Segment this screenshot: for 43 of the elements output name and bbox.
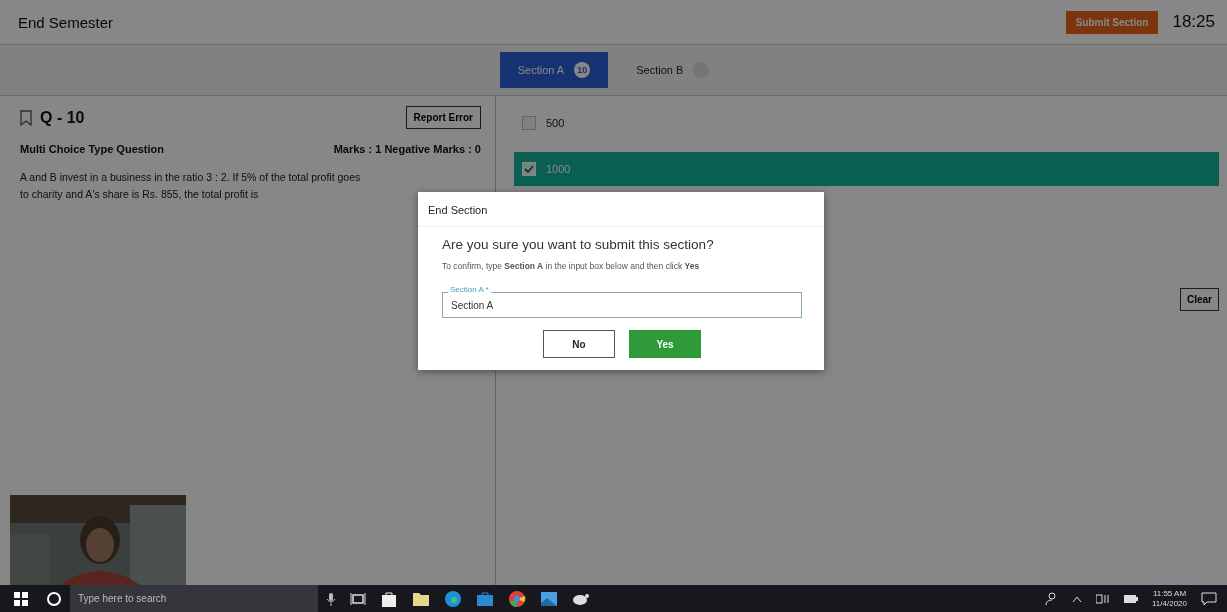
option-label: 500 [546, 117, 565, 129]
question-text: A and B invest in a business in the ratio 3 : 2. If 5% of the total profit goes to charity and A's share is Rs. 855, the total profit is [20, 170, 362, 202]
yes-button[interactable]: Yes [629, 330, 701, 358]
taskbar-date: 11/4/2020 [1152, 598, 1187, 609]
question-type: Multi Choice Type Question [20, 143, 165, 155]
report-error-button[interactable]: Report Error [405, 106, 481, 129]
taskbar-search-field[interactable]: Type here to search [70, 585, 318, 612]
question-number: Q - 10 [40, 108, 86, 127]
tab-label: Section B [636, 64, 684, 76]
marks-info: Marks : 1 Negative Marks : 0 [333, 143, 481, 155]
windows-start-icon[interactable] [14, 591, 28, 606]
option-label: 1000 [546, 163, 571, 175]
photo-icon[interactable] [540, 590, 558, 607]
chrome-icon[interactable] [508, 589, 526, 608]
folder-icon[interactable] [412, 590, 430, 607]
browser-icon[interactable] [444, 589, 462, 608]
checkbox-icon [522, 162, 536, 176]
task-view-icon[interactable] [350, 591, 366, 606]
briefcase-icon[interactable] [476, 590, 494, 607]
dialog-question: Are you sure you want to submit this section? [442, 237, 715, 252]
tab-label: Section A [517, 64, 565, 76]
section-tab[interactable]: Section A 10 [499, 52, 609, 88]
dialog-instruction: To confirm, type Section A in the input box below and then click Yes [442, 260, 701, 272]
timer: 18:25 [1172, 12, 1215, 32]
confirm-input-field[interactable]: Section A [442, 292, 802, 318]
notification-icon[interactable] [1201, 591, 1217, 606]
checkbox-icon [522, 116, 536, 130]
microphone-icon [326, 591, 336, 606]
count-badge: 10 [574, 62, 591, 78]
clear-button[interactable]: Clear [1180, 288, 1219, 311]
taskbar-time: 11:55 AM [1152, 588, 1187, 599]
section-tab[interactable]: Section B [618, 52, 728, 88]
field-label: Section A * [448, 285, 491, 294]
no-button[interactable]: No [543, 330, 615, 358]
answer-option[interactable]: 500 [514, 106, 1219, 140]
battery-icon[interactable] [1124, 594, 1138, 603]
dialog-title: End Section [418, 192, 824, 227]
network-icon[interactable] [1096, 593, 1110, 604]
exam-title: End Semester [18, 13, 115, 31]
shopping-bag-icon[interactable] [380, 589, 398, 608]
chevron-up-icon[interactable] [1072, 594, 1082, 603]
circle-icon [46, 590, 62, 607]
bookmark-icon[interactable] [20, 109, 32, 126]
